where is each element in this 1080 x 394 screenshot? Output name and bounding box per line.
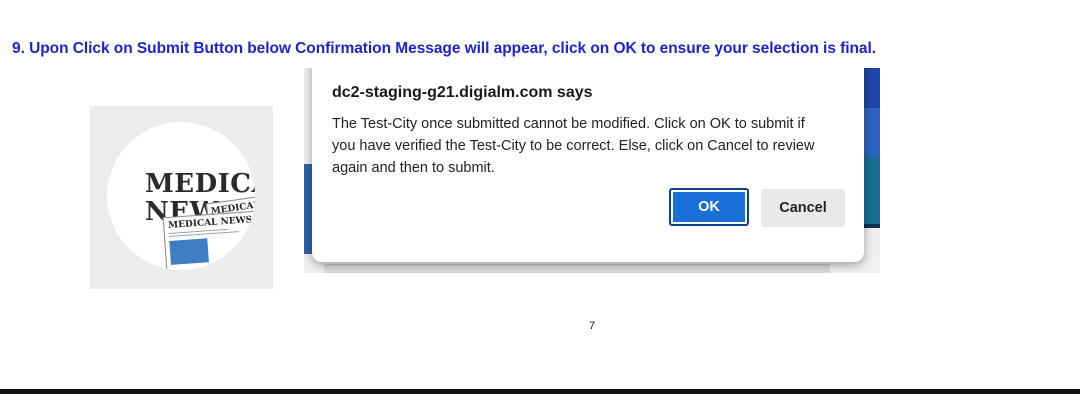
cancel-button[interactable]: Cancel (761, 189, 845, 227)
confirmation-dialog: dc2-staging-g21.digialm.com says The Tes… (312, 68, 864, 262)
newspaper-photo (169, 238, 209, 265)
medical-news-logo: MEDICAL NEWS MEDICAL NE MEDICAL NEWS (90, 106, 273, 289)
instruction-text: 9. Upon Click on Submit Button below Con… (12, 40, 877, 57)
dialog-screenshot: dc2-staging-g21.digialm.com says The Tes… (304, 68, 880, 273)
logo-line-1: MEDICAL (145, 169, 255, 199)
background-page-edge-right (862, 68, 880, 273)
newspaper-front: MEDICAL NEWS (162, 210, 255, 270)
background-page-edge-left (304, 164, 312, 254)
newspaper-front-title: MEDICAL NEWS (167, 215, 253, 231)
bottom-divider (0, 389, 1080, 394)
page-number: 7 (589, 320, 596, 332)
logo-circle: MEDICAL NEWS MEDICAL NE MEDICAL NEWS (107, 122, 255, 270)
dialog-message: The Test-City once submitted cannot be m… (332, 116, 815, 176)
ok-button[interactable]: OK (669, 188, 749, 226)
background-page-strip (324, 264, 830, 273)
dialog-title: dc2-staging-g21.digialm.com says (332, 84, 593, 101)
